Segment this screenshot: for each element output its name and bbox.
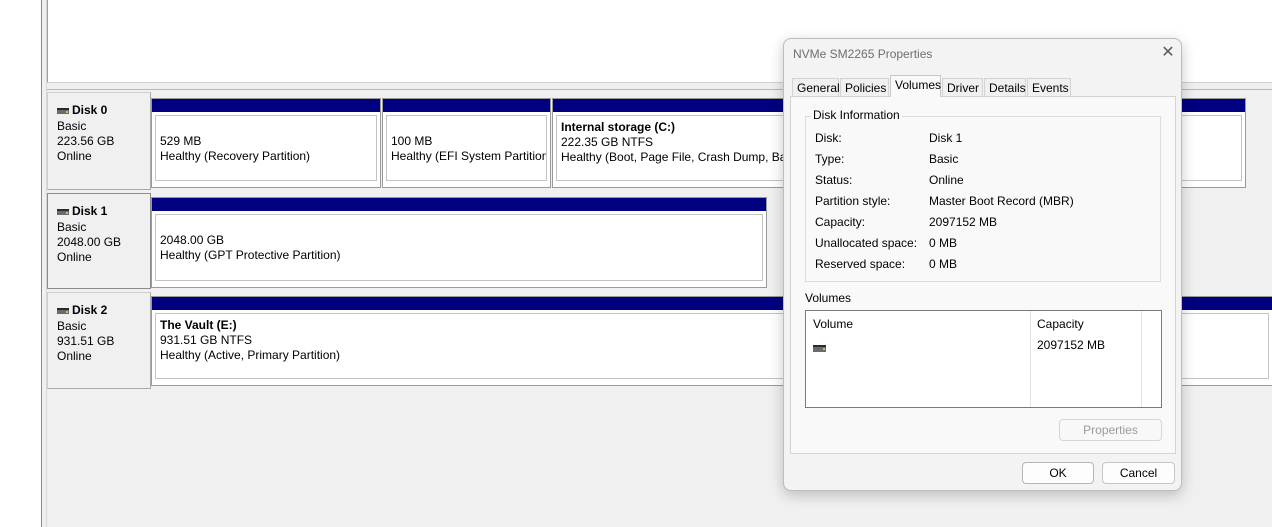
partition-status: Healthy (GPT Protective Partition) bbox=[160, 248, 341, 262]
tab-volumes[interactable]: Volumes bbox=[890, 75, 941, 97]
tab-details[interactable]: Details bbox=[984, 78, 1026, 97]
volume-capacity: 2097152 MB bbox=[1037, 338, 1106, 352]
disk-type: Basic bbox=[57, 319, 87, 333]
partition-style-value: Master Boot Record (MBR) bbox=[929, 194, 1074, 208]
unallocated-space-label: Unallocated space: bbox=[815, 236, 918, 250]
partition-gpt-protective[interactable]: 2048.00 GB Healthy (GPT Protective Parti… bbox=[151, 197, 767, 288]
status-value: Online bbox=[929, 173, 964, 187]
reserved-space-value: 0 MB bbox=[929, 257, 958, 271]
partition-style-label: Partition style: bbox=[815, 194, 891, 208]
capacity-label: Capacity: bbox=[815, 215, 866, 229]
properties-dialog[interactable]: NVMe SM2265 Properties ✕ General Policie… bbox=[783, 38, 1182, 491]
partition-efi[interactable]: 100 MB Healthy (EFI System Partition) bbox=[382, 98, 551, 188]
type-value: Basic bbox=[929, 152, 959, 166]
partition-size: 100 MB bbox=[391, 134, 433, 148]
disk-size: 223.56 GB bbox=[57, 134, 115, 148]
tab-events[interactable]: Events bbox=[1027, 78, 1071, 97]
ok-button[interactable]: OK bbox=[1022, 462, 1094, 484]
status-label: Status: bbox=[815, 173, 853, 187]
disk-status: Online bbox=[57, 349, 92, 363]
drive-icon bbox=[57, 307, 69, 314]
disk-name: Disk 0 bbox=[72, 103, 108, 117]
disk-1-label[interactable]: Disk 1 Basic 2048.00 GB Online bbox=[47, 193, 151, 289]
partition-status: Healthy (EFI System Partition) bbox=[391, 149, 547, 163]
disk-size: 2048.00 GB bbox=[57, 235, 122, 249]
column-header-volume[interactable]: Volume bbox=[813, 317, 853, 332]
partition-size: 529 MB bbox=[160, 134, 202, 148]
drive-icon bbox=[57, 107, 69, 114]
drive-icon bbox=[813, 345, 826, 352]
disk-information-title: Disk Information bbox=[811, 108, 902, 122]
reserved-space-label: Reserved space: bbox=[815, 257, 906, 271]
volumes-tab-panel: Disk Information Disk: Disk 1 Type: Basi… bbox=[790, 96, 1176, 454]
volumes-label: Volumes bbox=[805, 291, 852, 305]
partition-recovery[interactable]: 529 MB Healthy (Recovery Partition) bbox=[151, 98, 381, 188]
properties-button[interactable]: Properties bbox=[1059, 419, 1162, 441]
drive-icon bbox=[57, 208, 69, 215]
partition-status: Healthy (Recovery Partition) bbox=[160, 149, 311, 163]
partition-bar bbox=[383, 99, 550, 112]
disk-2-label[interactable]: Disk 2 Basic 931.51 GB Online bbox=[47, 292, 151, 389]
partition-size: 2048.00 GB bbox=[160, 233, 225, 247]
disk-name: Disk 2 bbox=[72, 303, 108, 317]
cancel-button[interactable]: Cancel bbox=[1102, 462, 1175, 484]
disk-size: 931.51 GB bbox=[57, 334, 115, 348]
partition-bar bbox=[152, 198, 766, 211]
disk-type: Basic bbox=[57, 220, 87, 234]
column-divider bbox=[1141, 311, 1142, 407]
disk-value: Disk 1 bbox=[929, 131, 963, 145]
column-header-capacity[interactable]: Capacity bbox=[1037, 317, 1084, 332]
disk-type: Basic bbox=[57, 119, 87, 133]
disk-status: Online bbox=[57, 149, 92, 163]
disk-status: Online bbox=[57, 250, 92, 264]
capacity-value: 2097152 MB bbox=[929, 215, 998, 229]
close-icon[interactable]: ✕ bbox=[1158, 43, 1178, 63]
disk-label: Disk: bbox=[815, 131, 842, 145]
tab-policies[interactable]: Policies bbox=[840, 78, 889, 97]
unallocated-space-value: 0 MB bbox=[929, 236, 958, 250]
disk-0-label[interactable]: Disk 0 Basic 223.56 GB Online bbox=[47, 92, 151, 190]
type-label: Type: bbox=[815, 152, 845, 166]
tab-general[interactable]: General bbox=[792, 78, 840, 97]
partition-bar bbox=[152, 99, 380, 112]
column-divider bbox=[1030, 311, 1031, 407]
volume-row[interactable] bbox=[813, 341, 826, 352]
disk-name: Disk 1 bbox=[72, 204, 108, 218]
volumes-list[interactable]: Volume Capacity 2097152 MB bbox=[805, 310, 1162, 408]
tab-driver[interactable]: Driver bbox=[942, 78, 983, 97]
dialog-title: NVMe SM2265 Properties bbox=[793, 47, 933, 61]
